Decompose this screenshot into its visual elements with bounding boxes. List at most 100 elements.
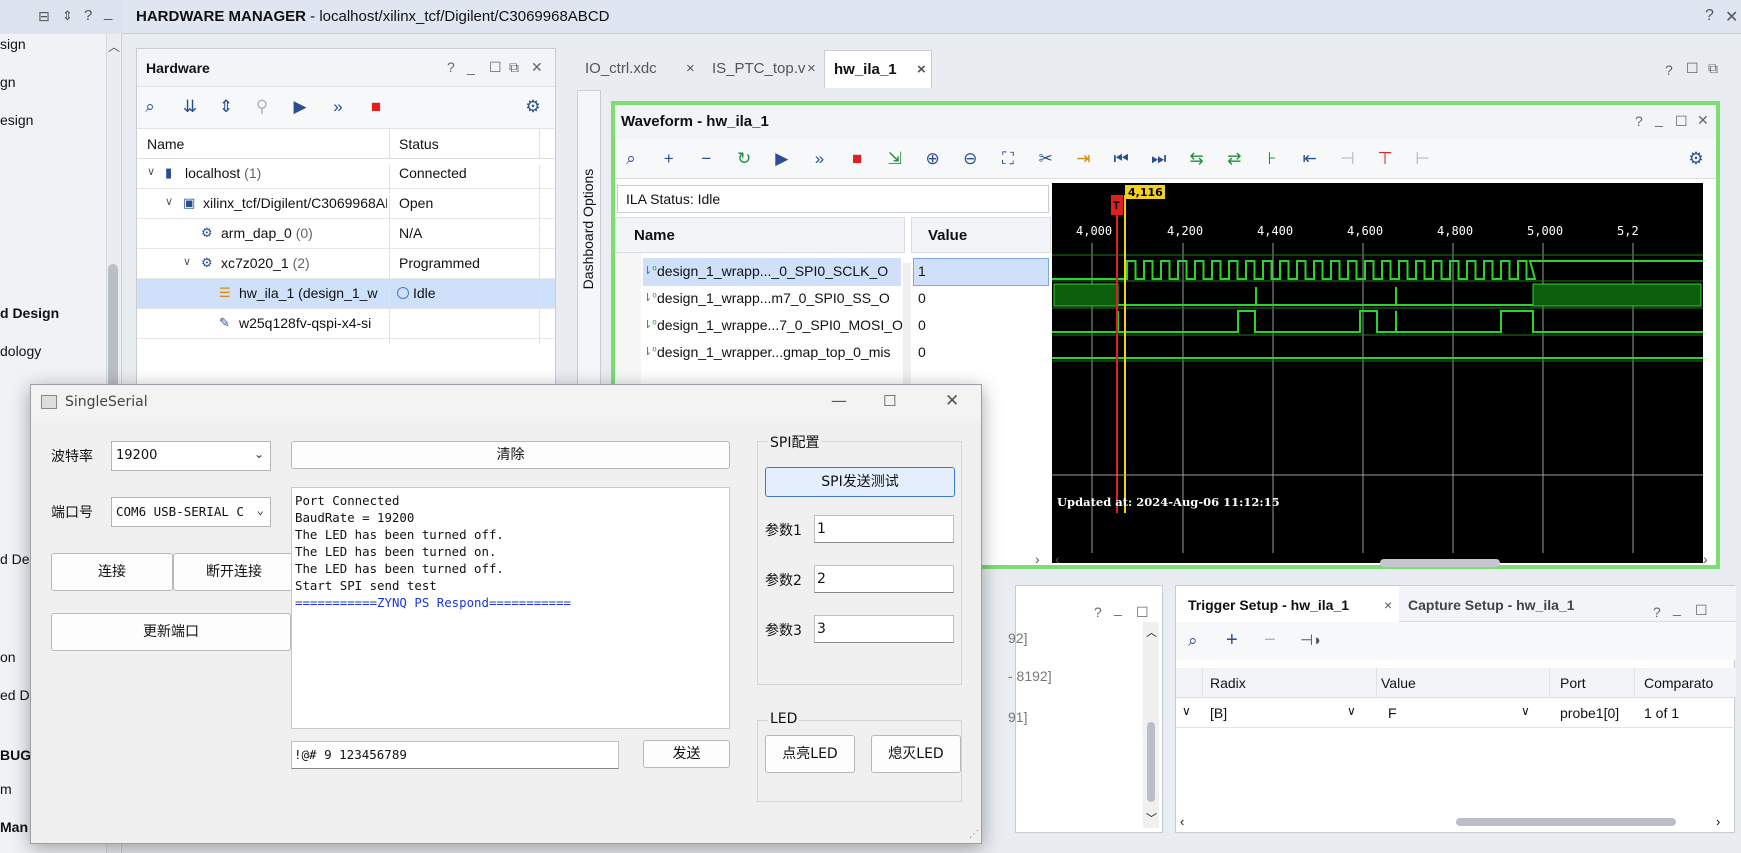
run-trigger-icon[interactable]: ▶ [771, 148, 793, 170]
help-icon[interactable]: ? [1635, 113, 1643, 129]
connect-button[interactable]: 连接 [51, 553, 173, 591]
stop-icon[interactable]: ■ [846, 148, 868, 170]
spi-test-button[interactable]: SPI发送测试 [765, 467, 955, 497]
zoom-add-icon[interactable]: + [658, 148, 680, 170]
param1-input[interactable]: 1 [814, 515, 954, 543]
remove-icon[interactable]: − [1264, 629, 1276, 652]
minimize-icon[interactable]: _ [467, 59, 475, 75]
flow-item[interactable]: d De [0, 551, 30, 567]
sort-icon[interactable]: ⇕ [62, 8, 73, 24]
chevron-down-icon[interactable]: ∨ [165, 195, 173, 208]
signal-row[interactable]: ⇂⁰ design_1_wrapp...m7_0_SPI0_SS_O 0 [615, 284, 1050, 314]
maximize-icon[interactable]: ☐ [1675, 113, 1688, 130]
search-icon[interactable]: ⌕ [620, 148, 642, 170]
next-marker-icon[interactable]: ⊣ [1336, 148, 1358, 170]
table-row[interactable]: ∨ [B] ∨ F ∨ probe1[0] 1 of 1 [1176, 698, 1736, 728]
tab-is-ptc-top-v[interactable]: IS_PTC_top.v × [703, 50, 823, 88]
search-icon[interactable]: ⌕ [139, 96, 161, 118]
chevron-left-icon[interactable]: ‹ [1055, 551, 1060, 567]
run-trigger-icon[interactable]: ▶ [289, 96, 311, 118]
gear-icon[interactable]: ⚙ [1685, 148, 1707, 170]
close-icon[interactable]: × [807, 60, 816, 77]
send-button[interactable]: 发送 [643, 740, 730, 768]
minimize-icon[interactable]: — [831, 391, 847, 410]
add-marker-icon[interactable]: ⊦ [1261, 148, 1283, 170]
tab-trigger-setup[interactable]: Trigger Setup - hw_ila_1 × [1176, 586, 1399, 622]
scroll-thumb[interactable] [1380, 559, 1500, 567]
close-icon[interactable]: ✕ [531, 59, 543, 76]
help-icon[interactable]: ? [447, 59, 455, 75]
col-status[interactable]: Status [399, 136, 439, 152]
refresh-icon[interactable]: ↻ [733, 148, 755, 170]
run-immediate-icon[interactable]: » [809, 148, 831, 170]
chevron-right-icon[interactable]: › [1035, 551, 1040, 567]
help-icon[interactable]: ? [1094, 604, 1102, 620]
flow-item[interactable]: sign [0, 36, 26, 52]
auto-connect-icon[interactable]: ⚲ [251, 96, 273, 118]
flow-item[interactable]: d Design [0, 305, 59, 321]
tab-capture-setup[interactable]: Capture Setup - hw_ila_1 [1400, 586, 1610, 622]
expand-all-icon[interactable]: ⇕ [215, 96, 237, 118]
float-icon[interactable]: ⧉ [509, 59, 519, 76]
resize-grip-icon[interactable]: ⋰ [969, 829, 979, 840]
scrollbar[interactable]: ‹ › [1176, 814, 1736, 830]
hardware-row[interactable]: ∨ ⚙ xc7z020_1 (2) Programmed [137, 249, 555, 284]
minimize-icon[interactable]: _ [1655, 111, 1663, 127]
hardware-row[interactable]: ⚙ arm_dap_0 (0) N/A [137, 219, 555, 254]
chevron-down-icon[interactable]: ∨ [1347, 704, 1356, 718]
clear-button[interactable]: 清除 [291, 441, 730, 469]
disconnect-button[interactable]: 断开连接 [173, 553, 295, 591]
delete-marker-icon[interactable]: ⊤ [1374, 148, 1396, 170]
close-icon[interactable]: × [1384, 597, 1392, 613]
chevron-up-icon[interactable]: ︿ [1146, 624, 1157, 640]
chevron-up-icon[interactable]: ︿ [108, 38, 120, 55]
maximize-icon[interactable]: ☐ [883, 392, 896, 410]
param3-input[interactable]: 3 [814, 615, 954, 643]
baud-select[interactable]: 19200 ⌄ [111, 441, 271, 471]
close-icon[interactable]: ✕ [1697, 112, 1709, 129]
chevron-down-icon[interactable]: ∨ [147, 165, 155, 178]
port-select[interactable]: COM6 USB-SERIAL C ⌄ [111, 497, 271, 527]
maximize-icon[interactable]: ☐ [1686, 60, 1699, 77]
float-icon[interactable]: ⧉ [1708, 60, 1718, 77]
chevron-down-icon[interactable]: ∨ [1521, 704, 1530, 718]
comparator-cell[interactable]: 1 of 1 [1644, 705, 1679, 721]
refresh-ports-button[interactable]: 更新端口 [51, 613, 291, 651]
close-icon[interactable]: × [686, 60, 695, 77]
help-icon[interactable]: ? [1665, 62, 1673, 78]
col-value[interactable]: Value [911, 217, 1051, 253]
add-icon[interactable]: + [1226, 629, 1238, 652]
scroll-thumb[interactable] [1456, 818, 1676, 826]
tab-hw-ila-1[interactable]: hw_ila_1 × [824, 50, 932, 88]
collapse-all-icon[interactable]: ⇊ [179, 96, 201, 118]
zoom-in-icon[interactable]: ⊕ [922, 148, 944, 170]
trigger-condition-icon[interactable]: ⊣◗ [1300, 631, 1322, 649]
col-value[interactable]: Value [1381, 675, 1416, 691]
chevron-right-icon[interactable]: › [1703, 551, 1708, 567]
minimize-icon[interactable]: _ [1114, 600, 1122, 616]
swap-cursors-icon[interactable]: ⊢ [1412, 148, 1434, 170]
next-transition-icon[interactable]: ⇄ [1223, 148, 1245, 170]
scrollbar[interactable]: ︿ ﹀ [1143, 622, 1159, 828]
col-comparator[interactable]: Comparato [1644, 675, 1713, 691]
flow-item[interactable]: esign [0, 112, 33, 128]
prev-marker-icon[interactable]: ⇤ [1299, 148, 1321, 170]
param2-input[interactable]: 2 [814, 565, 954, 593]
chevron-down-icon[interactable]: ﹀ [1146, 810, 1157, 826]
go-to-end-icon[interactable]: ⏭ [1148, 148, 1170, 170]
help-icon[interactable]: ? [1705, 7, 1714, 25]
gear-icon[interactable]: ⚙ [522, 96, 544, 118]
chevron-down-icon[interactable]: ∨ [183, 255, 191, 268]
remove-icon[interactable]: − [695, 148, 717, 170]
help-icon[interactable]: ? [1653, 604, 1661, 620]
col-radix[interactable]: Radix [1210, 675, 1246, 691]
flow-item[interactable]: m [0, 781, 12, 797]
radix-select[interactable]: [B] [1210, 705, 1227, 721]
led-on-button[interactable]: 点亮LED [765, 735, 855, 773]
flow-item[interactable]: dology [0, 343, 41, 359]
hardware-row[interactable]: ∨ ▣ xilinx_tcf/Digilent/C3069968ABCD Open [137, 189, 555, 224]
cut-icon[interactable]: ✂ [1035, 148, 1057, 170]
hardware-row[interactable]: ∨ ▮ localhost (1) Connected [137, 159, 555, 194]
value-select[interactable]: F [1388, 705, 1397, 721]
go-to-start-icon[interactable]: ⏮ [1110, 148, 1132, 170]
